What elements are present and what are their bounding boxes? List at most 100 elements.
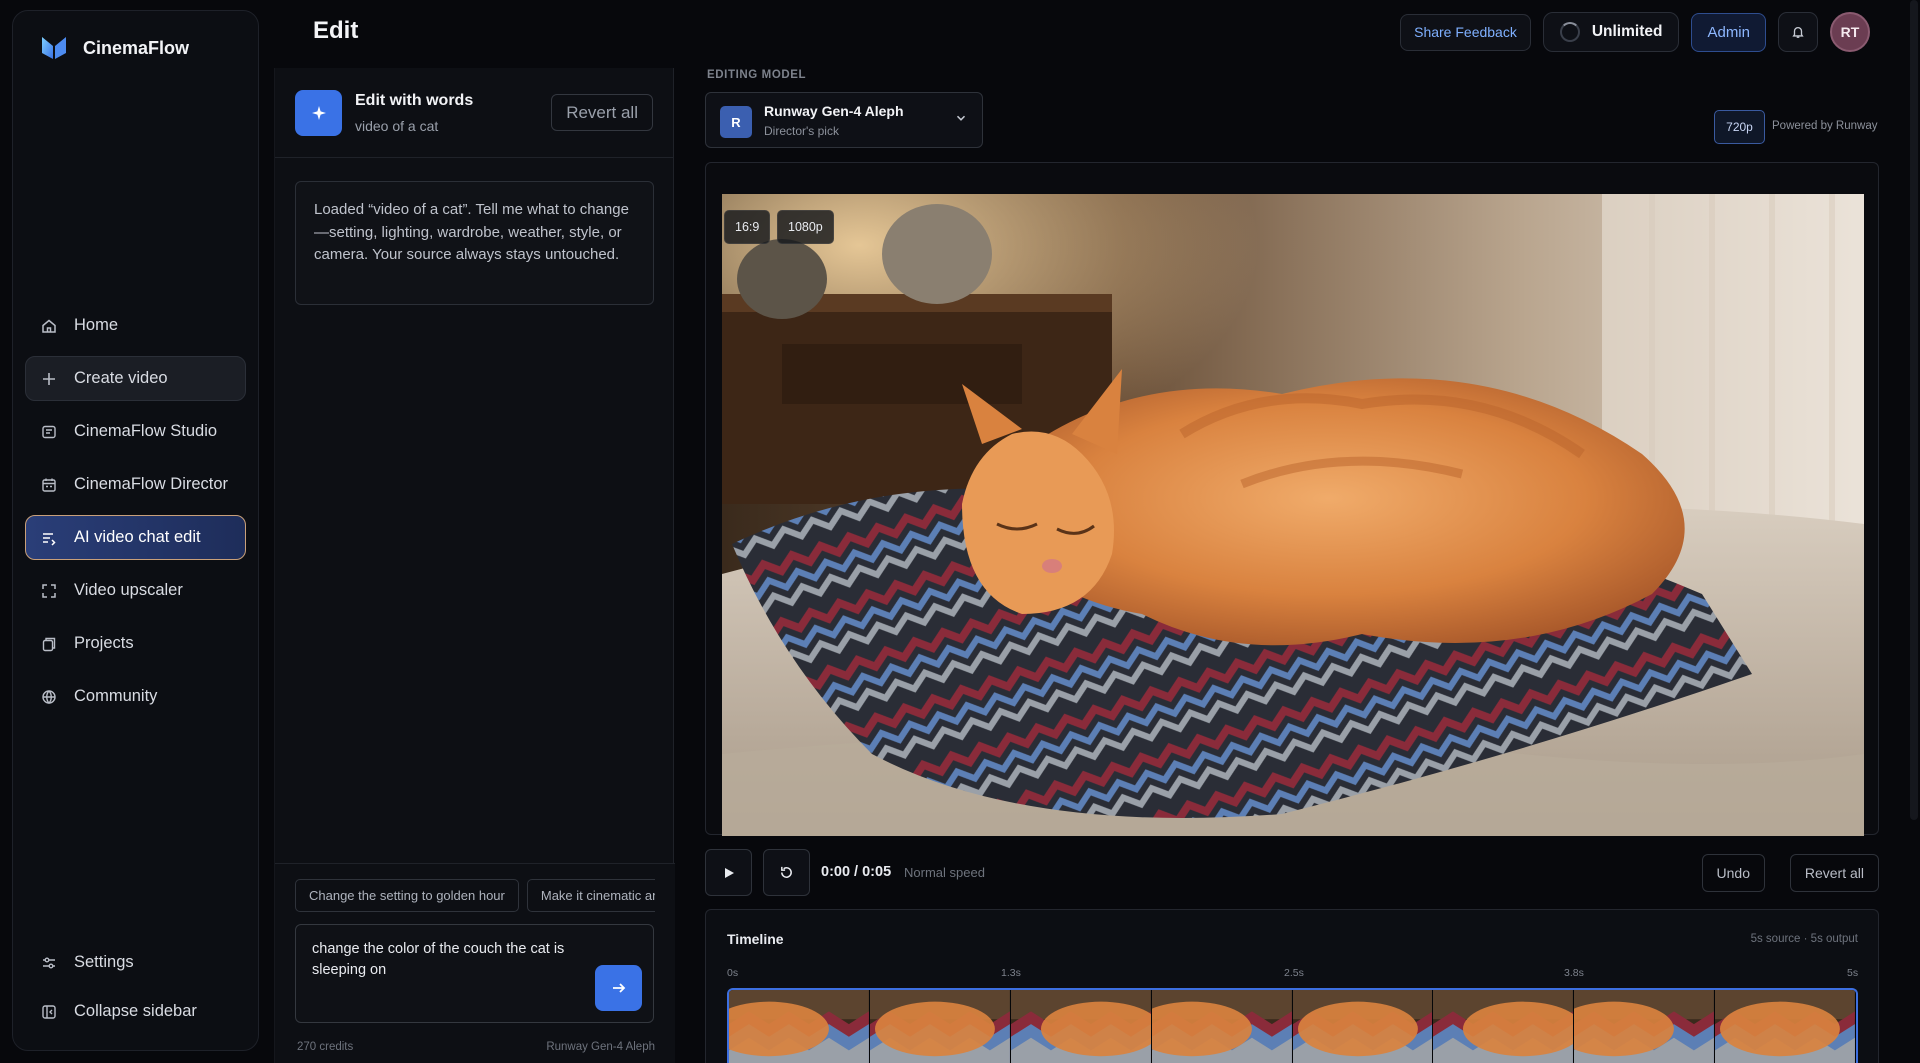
sidebar-nav: Home Create video CinemaFlow Studio Cine… [25, 303, 246, 727]
timeline: Timeline 5s source · 5s output 0s 1.3s 2… [705, 909, 1879, 1063]
brand[interactable]: CinemaFlow [39, 33, 189, 63]
sidebar-item-home[interactable]: Home [25, 303, 246, 348]
sidebar-item-label: AI video chat edit [74, 528, 201, 546]
sidebar-item-label: CinemaFlow Director [74, 475, 229, 493]
timeline-frame[interactable] [729, 990, 870, 1063]
chat-panel: Edit with words video of a cat Revert al… [274, 68, 675, 1063]
chat-title: Edit with words [355, 92, 474, 109]
revert-all-button-bottom[interactable]: Revert all [1789, 854, 1879, 892]
timeline-tick: 2.5s [1284, 967, 1304, 979]
prompt-input-text[interactable]: change the color of the couch the cat is… [312, 939, 582, 981]
chat-composer: Change the setting to golden hour Make i… [275, 863, 675, 1063]
studio-icon [40, 423, 58, 441]
time-display: 0:00 / 0:05 [821, 864, 892, 880]
video-preview: 16:9 1080p [705, 162, 1879, 836]
plan-button[interactable]: Unlimited [1542, 12, 1680, 52]
sidebar-item-video-upscaler[interactable]: Video upscaler [25, 568, 246, 613]
timeline-tick: 3.8s [1564, 967, 1584, 979]
sidebar-item-studio[interactable]: CinemaFlow Studio [25, 409, 246, 454]
sidebar-item-label: Video upscaler [74, 581, 183, 599]
sidebar-item-create-video[interactable]: Create video [25, 356, 246, 401]
timeline-frame[interactable] [1433, 990, 1575, 1063]
sliders-icon [40, 954, 58, 972]
bell-icon [1792, 26, 1804, 38]
collapse-icon [40, 1003, 58, 1021]
plus-icon [40, 370, 58, 388]
timeline-tick: 0s [727, 967, 739, 979]
chevron-down-icon [956, 115, 966, 121]
sidebar-item-label: Create video [74, 369, 168, 387]
sidebar-item-collapse[interactable]: Collapse sidebar [25, 989, 246, 1034]
calendar-icon [40, 476, 58, 494]
model-name: Runway Gen-4 Aleph [764, 103, 904, 119]
aspect-ratio-tag: 16:9 [724, 210, 771, 244]
resolution-pill[interactable]: 720p [1714, 110, 1765, 144]
page-scrollbar[interactable] [1910, 0, 1918, 820]
chat-edit-icon [40, 529, 58, 547]
cinemaflow-logo-icon [42, 37, 66, 59]
prompt-input[interactable]: change the color of the couch the cat is… [295, 924, 654, 1023]
send-button[interactable] [595, 965, 642, 1011]
chat-header: Edit with words video of a cat Revert al… [275, 68, 673, 158]
globe-icon [40, 688, 58, 706]
powered-by-label: Powered by Runway [1772, 120, 1878, 132]
plan-label: Unlimited [1591, 23, 1663, 40]
video-player[interactable]: 16:9 1080p [722, 194, 1864, 836]
model-subtitle: Director's pick [764, 124, 839, 138]
timeline-meta: 5s source · 5s output [1750, 933, 1858, 945]
sidebar-item-label: CinemaFlow Studio [74, 422, 218, 440]
share-feedback-button[interactable]: Share Feedback [1400, 13, 1531, 51]
sidebar-item-label: Settings [74, 953, 134, 971]
model-footer-label: Runway Gen-4 Aleph [546, 1041, 655, 1053]
sidebar-item-label: Home [74, 316, 119, 334]
notifications-button[interactable] [1778, 12, 1818, 52]
timeline-frame[interactable] [1010, 990, 1152, 1063]
timeline-strip[interactable] [727, 988, 1858, 1063]
composer-meta: 270 credits Runway Gen-4 Aleph [297, 1041, 655, 1053]
resolution-tag: 1080p [777, 210, 834, 244]
arrow-right-icon [612, 983, 625, 993]
sidebar-item-settings[interactable]: Settings [25, 940, 246, 985]
sidebar-item-community[interactable]: Community [25, 674, 246, 719]
timeline-frame[interactable] [1715, 990, 1856, 1063]
play-icon [724, 867, 734, 878]
editing-model-label: EDITING MODEL [707, 69, 807, 81]
brand-name: CinemaFlow [83, 37, 190, 58]
expand-icon [40, 582, 58, 600]
sidebar-item-ai-video-chat-edit[interactable]: AI video chat edit [25, 515, 246, 560]
model-select[interactable]: R Runway Gen-4 Aleph Director's pick [705, 92, 983, 148]
sparkle-icon [295, 90, 342, 136]
sidebar-item-label: Community [74, 687, 158, 705]
timeline-title: Timeline [727, 931, 784, 947]
restart-icon [781, 866, 792, 878]
page-title: Edit [313, 17, 359, 44]
home-icon [40, 317, 58, 335]
timeline-frame[interactable] [1574, 990, 1716, 1063]
speed-label: Normal speed [904, 865, 985, 880]
sidebar-bottom: Settings Collapse sidebar [25, 940, 246, 1038]
timeline-frame[interactable] [1151, 990, 1293, 1063]
suggestion-chips: Change the setting to golden hour Make i… [295, 879, 655, 912]
assistant-message: Loaded “video of a cat”. Tell me what to… [295, 181, 654, 305]
cat-video-frame [722, 194, 1864, 836]
credits-label: 270 credits [297, 1041, 354, 1053]
suggestion-chip[interactable]: Change the setting to golden hour [295, 879, 519, 912]
timeline-frame[interactable] [869, 990, 1011, 1063]
timeline-frame[interactable] [1292, 990, 1434, 1063]
avatar[interactable]: RT [1830, 12, 1870, 52]
sidebar-item-label: Collapse sidebar [74, 1002, 197, 1020]
suggestion-chip[interactable]: Make it cinematic and moody [526, 879, 655, 912]
undo-button[interactable]: Undo [1701, 854, 1765, 892]
play-button[interactable] [705, 849, 752, 896]
sidebar: CinemaFlow Home Create video CinemaFlow … [12, 10, 259, 1051]
admin-button[interactable]: Admin [1691, 12, 1766, 52]
restart-button[interactable] [763, 849, 810, 896]
revert-all-button[interactable]: Revert all [551, 94, 653, 131]
sidebar-item-director[interactable]: CinemaFlow Director [25, 462, 246, 507]
loading-spinner-icon [1559, 22, 1580, 42]
timeline-tick: 5s [1847, 967, 1859, 979]
sidebar-item-projects[interactable]: Projects [25, 621, 246, 666]
sidebar-item-label: Projects [74, 634, 134, 652]
timeline-tick: 1.3s [1001, 967, 1021, 979]
chat-subtitle: video of a cat [355, 118, 439, 134]
